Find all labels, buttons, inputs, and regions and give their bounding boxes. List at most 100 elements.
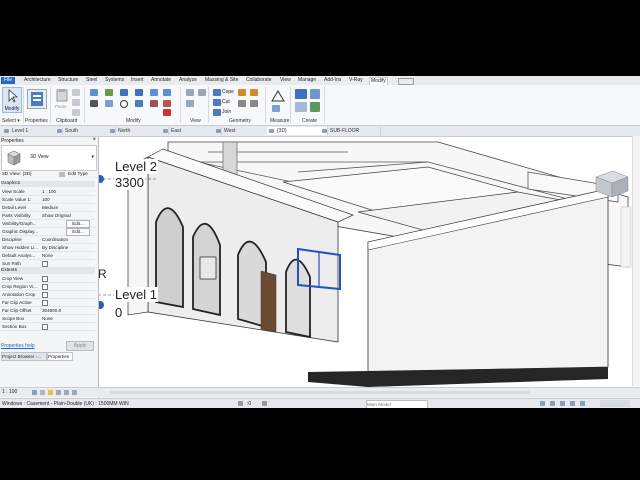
extents-row[interactable]: Far Clip Offset 304800.0 [1,307,95,315]
level-1-label[interactable]: Level 1 [114,287,158,302]
modify-button[interactable]: Modify [2,87,22,113]
crop-view-icon[interactable] [64,390,69,395]
horizontal-scrollbar[interactable] [110,391,530,394]
level-2-elevation[interactable]: 3300 [114,175,145,190]
unpin-icon[interactable] [163,100,171,107]
extents-row[interactable]: Section Box [1,323,95,331]
measure-icon[interactable] [270,89,286,103]
property-value[interactable]: Medium [42,204,89,211]
property-value[interactable]: Show Original [42,212,89,219]
visual-style-icon[interactable] [40,390,45,395]
lock-3d-icon[interactable] [72,390,77,395]
tab-insert[interactable]: Insert [130,77,145,84]
chevron-down-icon[interactable]: ▾ [91,154,94,160]
property-checkbox[interactable] [42,284,48,290]
detail-level-icon[interactable] [32,390,37,395]
graphics-row[interactable]: Discipline Coordination [1,236,95,244]
graphics-row[interactable]: Default Analys... None [1,252,95,260]
tab-systems[interactable]: Systems [104,77,125,84]
3d-viewport[interactable]: Level 2 3300 Level 1 0 R [98,137,640,397]
paint-icon[interactable] [250,89,258,96]
select-by-face-icon[interactable] [570,401,575,406]
select-pinned-icon[interactable] [560,401,565,406]
close-icon[interactable]: × [92,137,96,143]
type-selector[interactable]: 3D View ▾ [1,145,97,171]
drag-elements-icon[interactable] [580,401,585,406]
cope-icon[interactable] [213,89,221,96]
property-value[interactable]: By Discipline [42,244,89,251]
property-value[interactable]: 1 : 100 [42,188,89,195]
tab-massing-site[interactable]: Massing & Site [204,77,239,84]
view-tab-north[interactable]: North [108,127,169,135]
match-type-icon[interactable] [72,109,80,116]
create-assembly-icon[interactable] [295,89,307,99]
demolish-icon[interactable] [250,100,258,107]
trim-icon[interactable] [135,100,143,107]
create-parts-icon[interactable] [310,89,320,99]
select-underlay-icon[interactable] [550,401,555,406]
join-icon[interactable] [213,109,221,116]
shadows-icon[interactable] [56,390,61,395]
override-graphics-icon[interactable] [198,89,206,96]
offset-icon[interactable] [105,89,113,96]
move-icon[interactable] [90,100,98,107]
properties-button[interactable] [27,89,47,109]
properties-tab[interactable]: Properties [47,352,73,361]
select-links-icon[interactable] [540,401,545,406]
tab-modify[interactable]: Modify [369,77,388,85]
view-tab-south[interactable]: South [55,127,116,135]
wall-joins-icon[interactable] [238,89,246,96]
property-value[interactable]: None [42,252,89,259]
property-value[interactable]: 304800.0 [42,307,89,314]
project-browser-tab[interactable]: Project Browser -... [1,352,47,361]
rotate-icon[interactable] [120,100,128,108]
sun-path-icon[interactable] [48,390,53,395]
vertical-scrollbar[interactable] [632,136,640,386]
create-similar-icon[interactable] [310,102,320,112]
graphics-row[interactable]: Sun Path [1,260,95,268]
split-icon[interactable] [150,89,158,96]
instance-filter-dropdown[interactable]: 3D View: {3D} [2,171,32,179]
property-checkbox[interactable] [42,300,48,306]
tab-v-ray[interactable]: V-Ray [348,77,364,84]
dimension-icon[interactable] [272,105,280,112]
mirror-draw-icon[interactable] [135,89,143,96]
property-value[interactable]: 100 [42,196,89,203]
delete-icon[interactable] [163,109,171,116]
tab-architecture[interactable]: Architecture [23,77,52,84]
join-label[interactable]: Join [222,109,231,115]
view-tab-west[interactable]: West [214,127,275,135]
level-2-label[interactable]: Level 2 [114,159,158,174]
ribbon-options-icon[interactable] [398,78,414,85]
align-icon[interactable] [90,89,98,96]
tab-view[interactable]: View [279,77,292,84]
tab-file[interactable]: File [1,77,16,84]
extents-row[interactable]: Annotation Crop [1,291,95,299]
extents-row[interactable]: Crop View [1,275,95,283]
edit-button[interactable]: Edit... [66,228,90,236]
hide-element-icon[interactable] [186,89,194,96]
split-face-icon[interactable] [238,100,246,107]
property-checkbox[interactable] [42,324,48,330]
model-selector[interactable]: Main Model [366,400,428,408]
select-dropdown[interactable]: Select ▾ [2,118,20,124]
navigation-bar[interactable] [620,206,632,268]
tab-collaborate[interactable]: Collaborate [245,77,273,84]
tab-steel[interactable]: Steel [85,77,98,84]
tab-structure[interactable]: Structure [57,77,79,84]
tab-annotate[interactable]: Annotate [150,77,172,84]
edit-type-button[interactable]: Edit Type [68,171,88,179]
edit-button[interactable]: Edit... [66,220,90,228]
graphics-row[interactable]: Visibility/Graph... Edit... [1,220,95,228]
graphics-row[interactable]: Detail Level Medium [1,204,95,212]
graphics-row[interactable]: Graphic Display... Edit... [1,228,95,236]
cut-icon[interactable] [213,99,221,106]
tab-manage[interactable]: Manage [297,77,317,84]
section-graphics[interactable]: Graphics [1,181,95,187]
graphics-row[interactable]: Scale Value 1: 100 [1,196,95,204]
level-1-elevation[interactable]: 0 [114,305,124,320]
copy-clipboard-icon[interactable] [72,99,80,106]
cut-clipboard-icon[interactable] [72,89,80,96]
worksets-icon[interactable] [238,401,243,406]
extents-row[interactable]: Crop Region Vi... [1,283,95,291]
